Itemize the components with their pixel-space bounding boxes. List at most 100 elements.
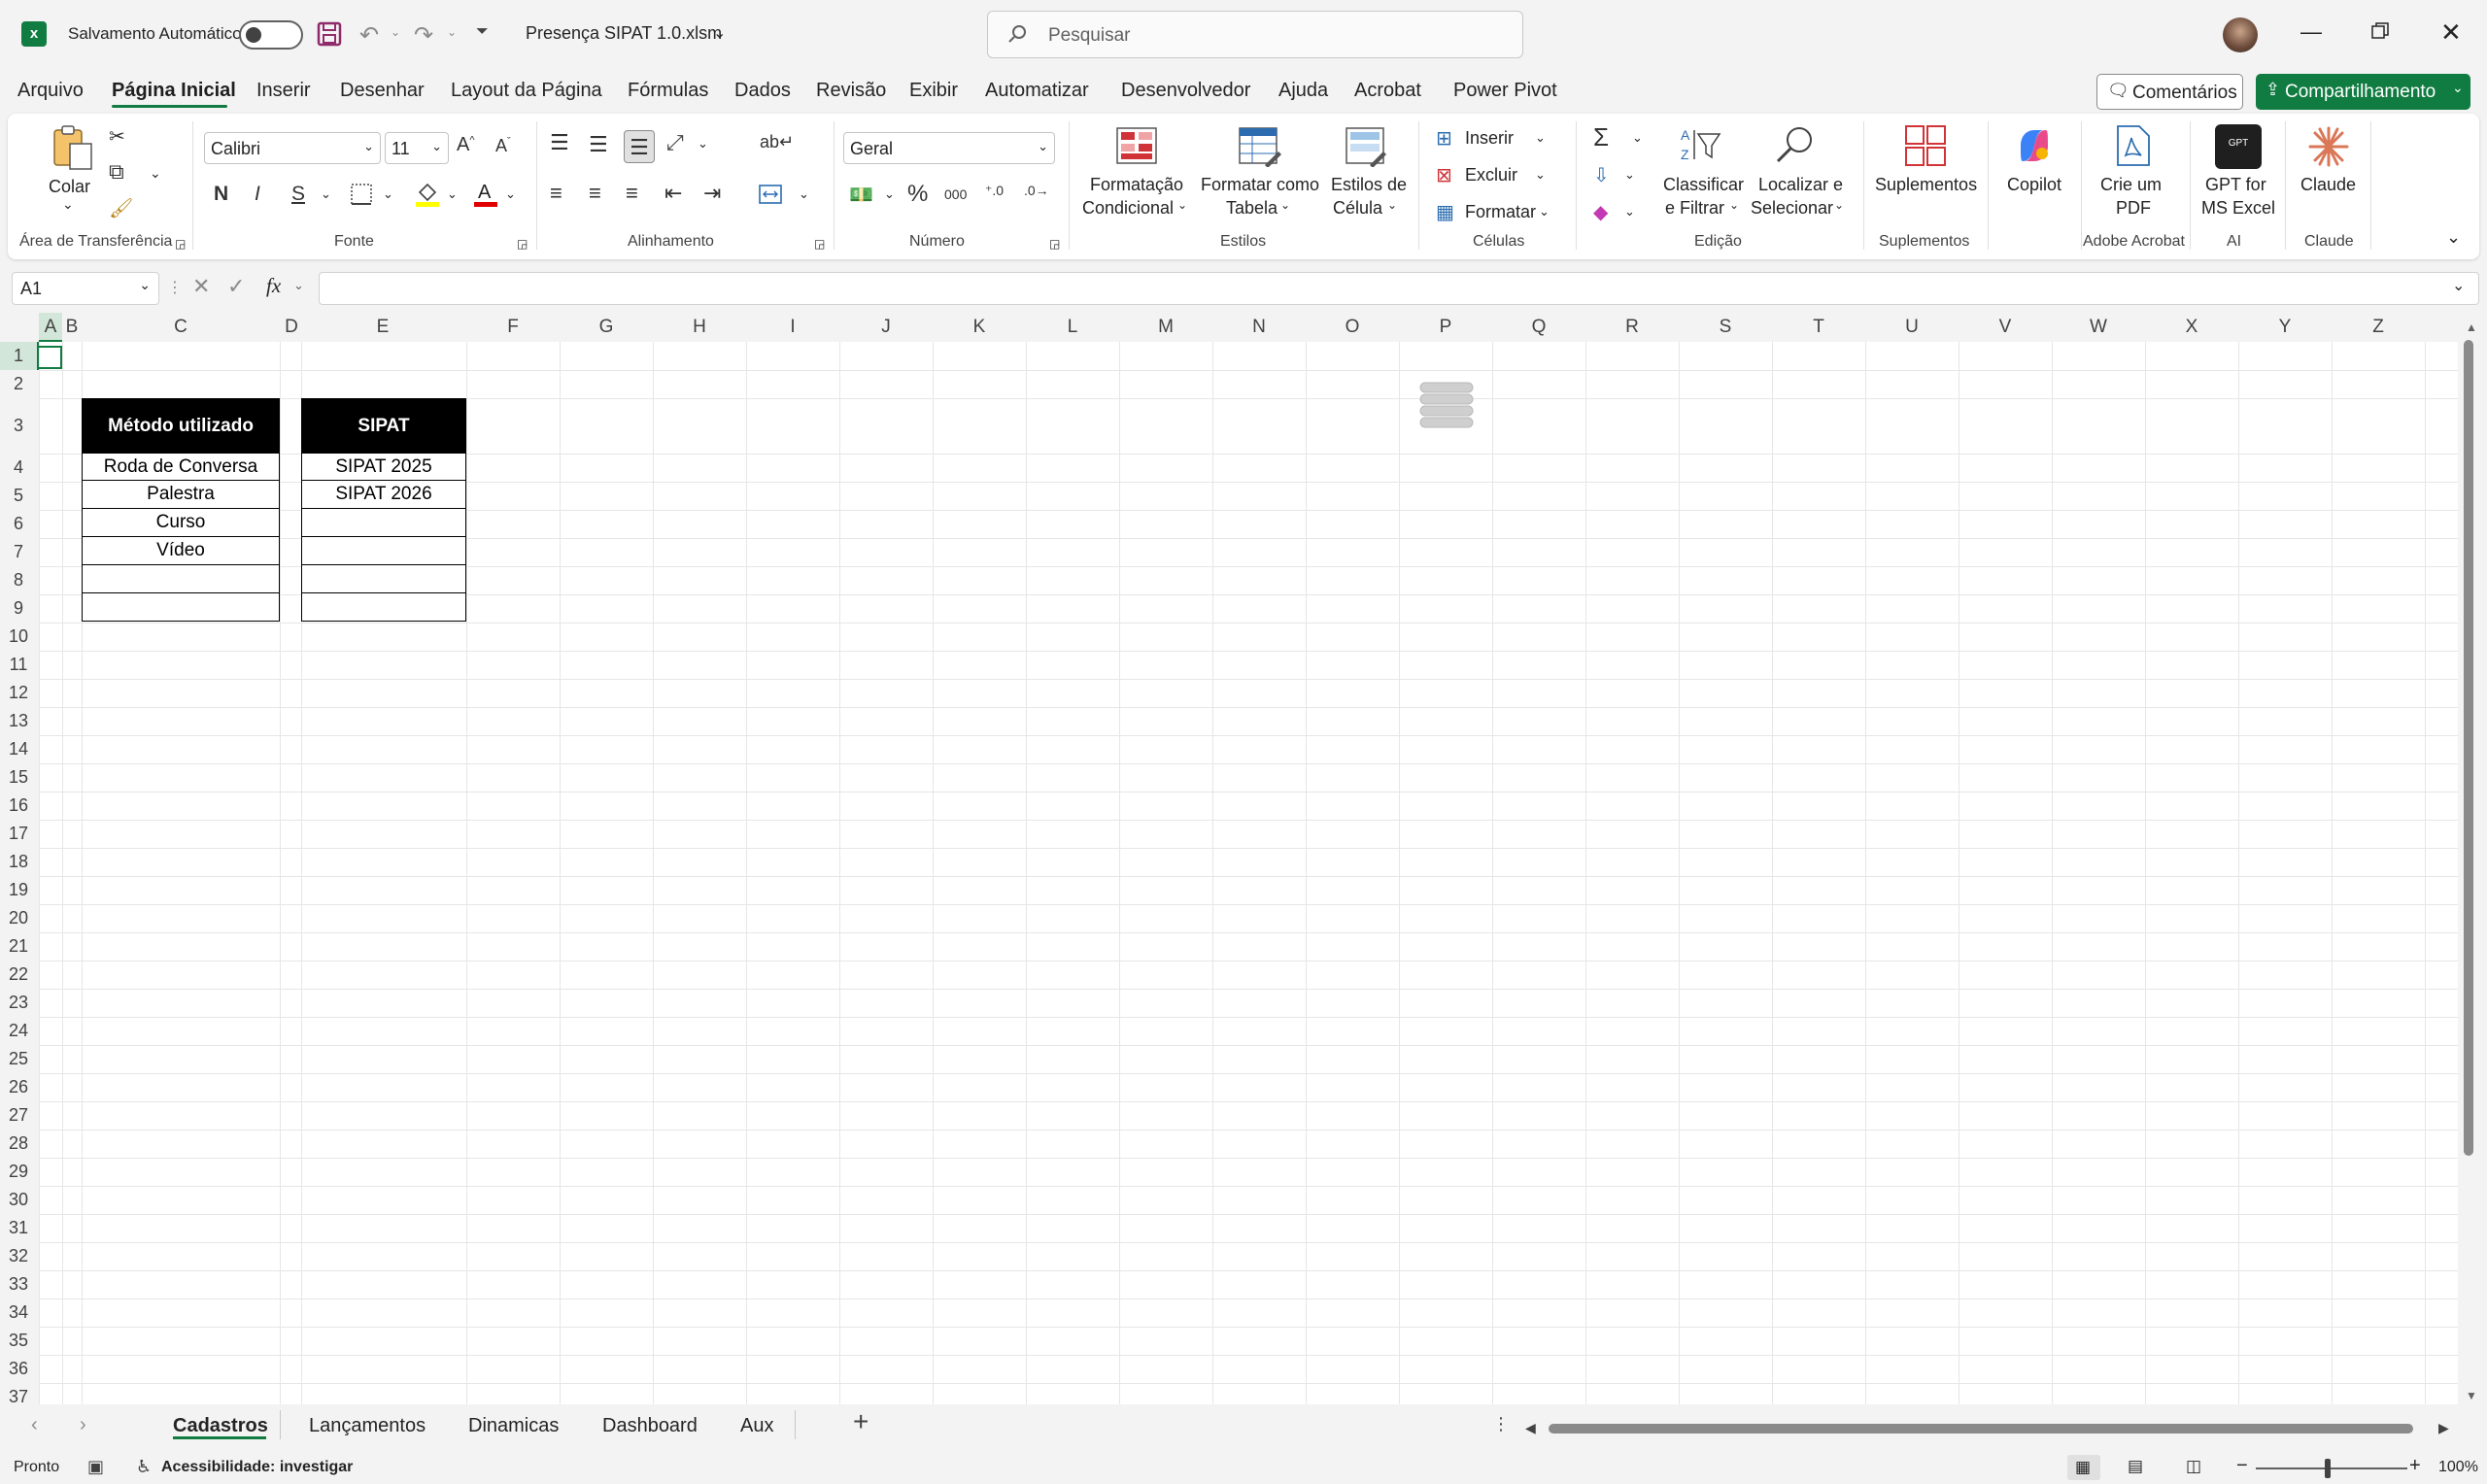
- sheet-tab-dinamicas[interactable]: Dinamicas: [468, 1415, 559, 1437]
- cell-styles-icon[interactable]: [1345, 126, 1387, 167]
- find-select-label-1[interactable]: Localizar e: [1758, 173, 1843, 196]
- name-box[interactable]: A1 ⌄: [12, 272, 159, 305]
- avatar[interactable]: [2223, 17, 2258, 52]
- row-header-13[interactable]: 13: [0, 711, 37, 731]
- format-cells-icon[interactable]: ▦: [1436, 200, 1454, 224]
- cell-styles-label-1[interactable]: Estilos de: [1331, 173, 1407, 196]
- insert-cells-chevron-icon[interactable]: ⌄: [1535, 130, 1546, 146]
- column-header-w[interactable]: W: [2084, 317, 2113, 338]
- normal-view-button[interactable]: ▦: [2067, 1455, 2100, 1480]
- row-header-12[interactable]: 12: [0, 683, 37, 703]
- metodo-cell[interactable]: Curso: [82, 508, 280, 537]
- fill-icon[interactable]: ⇩: [1593, 163, 1610, 187]
- tab-desenhar[interactable]: Desenhar: [340, 80, 425, 102]
- search-box[interactable]: Pesquisar: [987, 11, 1523, 58]
- row-header-10[interactable]: 10: [0, 626, 37, 647]
- zoom-level[interactable]: 100%: [2438, 1459, 2478, 1476]
- close-icon[interactable]: ✕: [2440, 17, 2462, 48]
- delete-cells-chevron-icon[interactable]: ⌄: [1535, 167, 1546, 183]
- gpt-label-1[interactable]: GPT for: [2205, 173, 2266, 196]
- cell-styles-label-2[interactable]: Célula: [1333, 196, 1382, 219]
- column-header-t[interactable]: T: [1804, 317, 1833, 338]
- more-sheets-icon[interactable]: ⋮: [1492, 1414, 1510, 1434]
- paste-icon[interactable]: [51, 124, 93, 171]
- row-header-1[interactable]: 1: [0, 346, 37, 366]
- format-cells-chevron-icon[interactable]: ⌄: [1539, 204, 1550, 219]
- expand-formula-chevron-icon[interactable]: ⌄: [2452, 276, 2465, 295]
- underline-button[interactable]: S: [291, 183, 305, 206]
- column-header-r[interactable]: R: [1618, 317, 1647, 338]
- row-header-19[interactable]: 19: [0, 880, 37, 900]
- sipat-cell[interactable]: [301, 536, 466, 565]
- collapse-ribbon-icon[interactable]: ⌄: [2446, 227, 2461, 248]
- align-right-icon[interactable]: ≡: [626, 181, 638, 206]
- row-header-15[interactable]: 15: [0, 767, 37, 788]
- floating-shape[interactable]: [1416, 379, 1477, 433]
- delete-cells-icon[interactable]: ⊠: [1436, 163, 1452, 187]
- row-header-3[interactable]: 3: [0, 416, 37, 436]
- increase-indent-icon[interactable]: ⇥: [703, 181, 721, 206]
- conditional-format-label-1[interactable]: Formatação: [1090, 173, 1183, 196]
- row-header-16[interactable]: 16: [0, 795, 37, 816]
- hscroll-left-icon[interactable]: ◀: [1525, 1420, 1536, 1436]
- zoom-slider-thumb[interactable]: [2325, 1459, 2331, 1478]
- zoom-in-icon[interactable]: +: [2409, 1455, 2421, 1477]
- create-pdf-label-2[interactable]: PDF: [2116, 196, 2151, 219]
- column-header-y[interactable]: Y: [2270, 317, 2300, 338]
- sipat-table-header[interactable]: SIPAT: [301, 398, 466, 453]
- formula-input[interactable]: [319, 272, 2479, 305]
- create-pdf-label-1[interactable]: Crie um: [2100, 173, 2162, 196]
- row-header-8[interactable]: 8: [0, 570, 37, 590]
- sheet-tab-aux[interactable]: Aux: [740, 1415, 773, 1437]
- sort-filter-label-2[interactable]: e Filtrar: [1665, 196, 1724, 219]
- zoom-slider-track[interactable]: [2256, 1467, 2407, 1469]
- conditional-format-chevron-icon[interactable]: ⌄: [1177, 198, 1187, 212]
- tab-desenvolvedor[interactable]: Desenvolvedor: [1121, 80, 1250, 102]
- sheet-tab-lancamentos[interactable]: Lançamentos: [309, 1415, 426, 1437]
- horizontal-scrollbar[interactable]: [1549, 1424, 2413, 1433]
- hscroll-right-icon[interactable]: ▶: [2438, 1420, 2449, 1436]
- copy-icon[interactable]: ⧉: [109, 159, 124, 185]
- accessibility-icon[interactable]: ♿: [136, 1457, 152, 1477]
- cut-icon[interactable]: ✂: [109, 124, 125, 149]
- confirm-entry-icon[interactable]: ✓: [227, 274, 245, 299]
- row-header-28[interactable]: 28: [0, 1133, 37, 1154]
- accounting-chevron-icon[interactable]: ⌄: [884, 186, 895, 202]
- orientation-chevron-icon[interactable]: ⌄: [698, 136, 708, 152]
- row-header-9[interactable]: 9: [0, 598, 37, 619]
- scroll-down-icon[interactable]: ▼: [2466, 1389, 2477, 1402]
- restore-icon[interactable]: [2370, 21, 2390, 41]
- column-header-b[interactable]: B: [57, 317, 86, 338]
- accounting-format-icon[interactable]: 💵: [849, 183, 873, 207]
- copilot-icon[interactable]: [2013, 124, 2056, 167]
- row-header-31[interactable]: 31: [0, 1218, 37, 1238]
- merge-chevron-icon[interactable]: ⌄: [799, 186, 809, 202]
- tab-power-pivot[interactable]: Power Pivot: [1453, 80, 1557, 102]
- column-header-d[interactable]: D: [277, 317, 306, 338]
- tab-inserir[interactable]: Inserir: [256, 80, 311, 102]
- undo-dropdown-icon[interactable]: ⌄: [391, 25, 400, 39]
- autosum-icon[interactable]: Σ: [1593, 122, 1609, 152]
- column-header-i[interactable]: I: [778, 317, 807, 338]
- row-header-30[interactable]: 30: [0, 1190, 37, 1210]
- insert-cells-label[interactable]: Inserir: [1465, 126, 1514, 150]
- column-header-z[interactable]: Z: [2364, 317, 2393, 338]
- redo-icon[interactable]: ↷: [414, 21, 433, 50]
- borders-icon[interactable]: [350, 183, 373, 206]
- undo-icon[interactable]: ↶: [359, 21, 379, 50]
- row-header-11[interactable]: 11: [0, 655, 37, 675]
- increase-font-icon[interactable]: A^: [457, 134, 475, 156]
- merge-center-icon[interactable]: [758, 183, 783, 206]
- tab-scroll-left-icon[interactable]: ‹: [31, 1414, 38, 1436]
- sipat-cell[interactable]: [301, 592, 466, 622]
- format-as-table-icon[interactable]: [1238, 126, 1282, 167]
- decrease-indent-icon[interactable]: ⇤: [664, 181, 682, 206]
- metodo-cell[interactable]: [82, 564, 280, 593]
- autosum-chevron-icon[interactable]: ⌄: [1632, 130, 1643, 146]
- tab-automatizar[interactable]: Automatizar: [985, 80, 1089, 102]
- row-header-18[interactable]: 18: [0, 852, 37, 872]
- font-size-select[interactable]: 11 ⌄: [385, 132, 449, 164]
- page-break-view-icon[interactable]: ◫: [2186, 1457, 2201, 1476]
- find-select-chevron-icon[interactable]: ⌄: [1834, 198, 1844, 212]
- tab-ajuda[interactable]: Ajuda: [1278, 80, 1328, 102]
